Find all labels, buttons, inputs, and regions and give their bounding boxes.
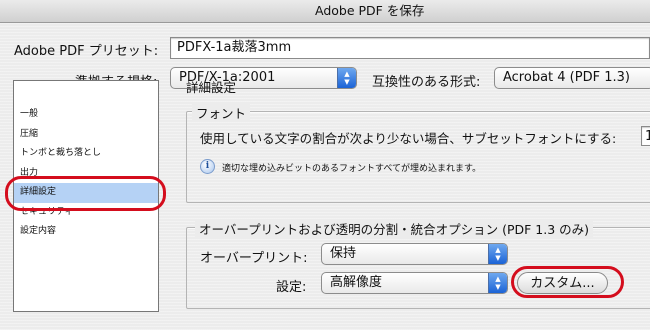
settings-value: 高解像度 (330, 275, 383, 290)
preset-label: Adobe PDF プリセット: (14, 44, 159, 59)
compatibility-label: 互換性のある形式: (372, 75, 481, 90)
info-icon: i (200, 159, 215, 174)
window-title: Adobe PDF を保存 (315, 3, 425, 18)
section-title: 詳細設定 (186, 80, 237, 95)
compatibility-value: Acrobat 4 (PDF 1.3) (503, 70, 630, 85)
overprint-value: 保持 (330, 246, 357, 261)
overprint-label: オーバープリント: (200, 251, 308, 266)
updown-arrows-icon: ▲ ▼ (488, 244, 507, 264)
font-info-text: 適切な埋め込みビットのあるフォントすべてが埋め込まれます。 (222, 164, 482, 174)
sidebar-item-compression[interactable]: 圧縮 (14, 125, 158, 145)
preset-field[interactable]: PDFX-1a裁落3mm (170, 37, 650, 59)
font-group (186, 111, 650, 203)
settings-popup[interactable]: 高解像度 ▲ ▼ (321, 272, 508, 294)
overprint-group-title: オーバープリントおよび透明の分割・統合オプション (PDF 1.3 のみ) (195, 219, 594, 238)
sidebar-highlight-ring (5, 176, 166, 211)
overprint-popup[interactable]: 保持 ▲ ▼ (321, 243, 508, 265)
font-group-title: フォント (192, 103, 251, 122)
compatibility-popup[interactable]: Acrobat 4 (PDF 1.3) (494, 67, 650, 89)
sidebar-item-summary[interactable]: 設定内容 (14, 222, 158, 242)
title-bar: Adobe PDF を保存 (0, 0, 650, 23)
subset-label: 使用している文字の割合が次より少ない場合、サブセットフォントにする: (200, 131, 617, 146)
settings-label: 設定: (276, 280, 307, 295)
updown-arrows-icon: ▲ ▼ (488, 273, 507, 293)
sidebar-item-marks-bleeds[interactable]: トンボと裁ち落とし (14, 144, 158, 164)
sidebar-item-general[interactable]: 一般 (14, 105, 158, 125)
updown-arrows-icon: ▲ ▼ (337, 68, 356, 88)
subset-percent-field[interactable]: 1 (641, 126, 650, 146)
custom-highlight-ring (511, 266, 624, 298)
